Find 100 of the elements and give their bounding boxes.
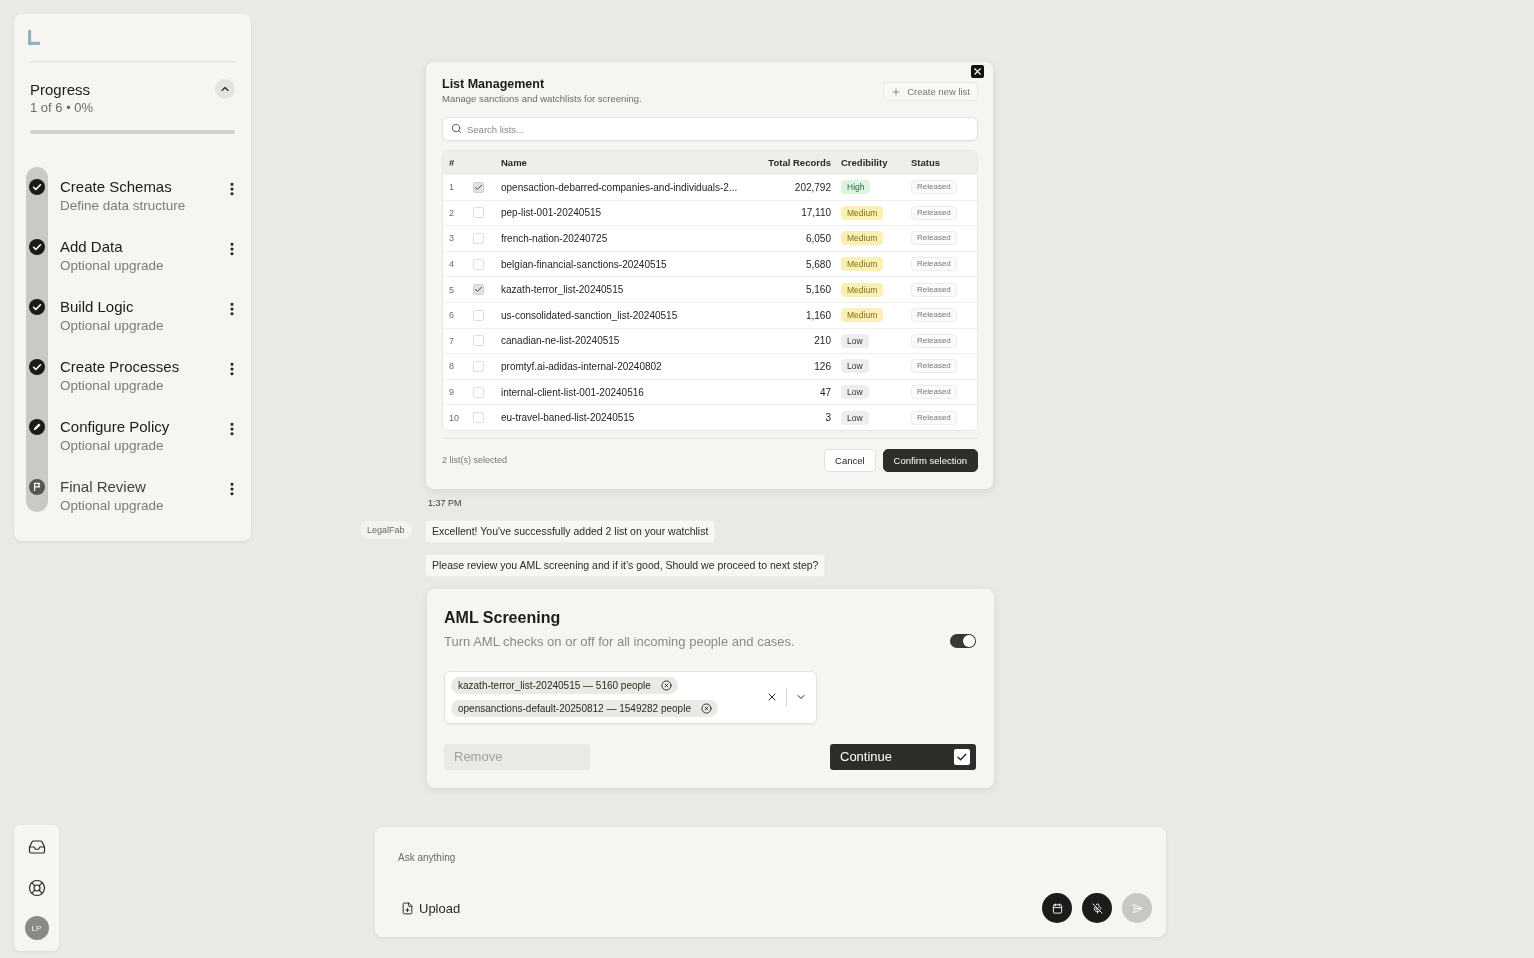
dialog-title: List Management <box>442 76 546 92</box>
step-subtitle: Define data structure <box>60 197 186 215</box>
status-badge: Released <box>911 308 957 323</box>
chip-label: kazath-terror_list-20240515 — 5160 people <box>458 680 651 692</box>
record-count: 3 <box>825 412 831 424</box>
record-count: 1,160 <box>805 309 831 321</box>
list-select[interactable]: kazath-terror_list-20240515 — 5160 people opensanctions-default-20250812 — 1549282 people <box>444 670 817 724</box>
toggle-switch[interactable] <box>950 633 976 648</box>
status-badge: Released <box>911 333 957 348</box>
calendar-button[interactable] <box>1042 893 1072 923</box>
continue-button[interactable]: Continue <box>830 743 976 770</box>
microphone-button[interactable] <box>1082 893 1112 923</box>
status-badge: Released <box>911 257 957 272</box>
inbox-button[interactable] <box>27 838 46 856</box>
row-checkbox[interactable] <box>473 412 484 424</box>
credibility-badge: Low <box>841 333 869 348</box>
list-chip[interactable]: opensanctions-default-20250812 — 1549282 people <box>451 700 718 718</box>
search-icon <box>451 123 462 134</box>
list-name: us-consolidated-sanction_list-20240515 <box>501 309 678 321</box>
status-badge: Released <box>911 410 957 425</box>
column-header: Total Records <box>768 157 831 168</box>
close-icon <box>972 66 983 77</box>
step-title[interactable]: Add Data <box>60 237 164 256</box>
credibility-badge: Medium <box>841 282 884 297</box>
list-chip[interactable]: kazath-terror_list-20240515 — 5160 people <box>451 677 678 695</box>
status-badge: Released <box>911 282 957 297</box>
step-title[interactable]: Create Schemas <box>60 177 186 196</box>
row-checkbox[interactable] <box>473 258 484 270</box>
cancel-button[interactable]: Cancel <box>824 448 876 472</box>
chip-label: opensanctions-default-20250812 — 1549282 people <box>458 703 691 715</box>
upload-button[interactable]: Upload <box>401 900 461 916</box>
list-name: internal-client-list-001-20240516 <box>501 386 644 398</box>
step-subtitle: Optional upgrade <box>60 377 165 395</box>
create-list-button[interactable]: Create new list <box>883 82 978 101</box>
status-badge: Released <box>911 180 957 195</box>
credibility-badge: Medium <box>841 231 884 246</box>
list-name: eu-travel-baned-list-20240515 <box>501 412 635 424</box>
message-input[interactable]: Ask anything <box>398 850 698 864</box>
row-checkbox[interactable] <box>473 360 484 372</box>
row-number: 6 <box>449 310 454 321</box>
record-count: 210 <box>814 335 831 347</box>
calendar-icon <box>1051 902 1063 914</box>
status-badge: Released <box>911 385 957 400</box>
row-checkbox[interactable] <box>473 386 484 398</box>
record-count: 5,160 <box>805 284 831 296</box>
check-circle-icon <box>29 359 45 375</box>
x-circle-icon[interactable] <box>700 703 712 715</box>
x-circle-icon[interactable] <box>660 680 672 692</box>
column-header: # <box>449 157 455 168</box>
help-button[interactable] <box>27 879 46 897</box>
list-name: belgian-financial-sanctions-20240515 <box>501 258 667 270</box>
row-checkbox[interactable] <box>473 181 484 193</box>
record-count: 47 <box>819 386 831 398</box>
status-badge: Released <box>911 359 957 374</box>
pencil-circle-icon <box>29 419 45 435</box>
search-field[interactable]: Search lists... <box>442 117 978 141</box>
list-name: opensaction-debarred-companies-and-individuals-2... <box>501 181 738 193</box>
column-header: Name <box>501 157 527 168</box>
record-count: 17,110 <box>801 207 831 219</box>
status-badge: Released <box>911 205 957 220</box>
inbox-icon <box>27 838 46 856</box>
row-checkbox[interactable] <box>473 309 484 321</box>
row-checkbox[interactable] <box>473 233 484 244</box>
check-circle-icon <box>29 299 45 315</box>
flag-circle-icon <box>29 479 45 495</box>
row-checkbox[interactable] <box>473 335 484 347</box>
step-title[interactable]: Configure Policy <box>60 417 170 436</box>
record-count: 6,050 <box>805 233 831 244</box>
row-number: 5 <box>449 284 454 295</box>
credibility-badge: High <box>841 180 871 195</box>
progress-title: Progress <box>30 80 92 99</box>
continue-label: Continue <box>840 749 893 765</box>
row-number: 9 <box>449 387 454 398</box>
step-title[interactable]: Build Logic <box>60 297 164 316</box>
row-number: 10 <box>449 412 459 423</box>
column-header: Status <box>911 157 941 168</box>
row-checkbox[interactable] <box>473 284 484 296</box>
step-title[interactable]: Final Review <box>60 477 164 496</box>
dialog-subtitle: Manage sanctions and watchlists for screening. <box>442 92 642 105</box>
collapse-button[interactable] <box>215 79 235 99</box>
confirm-button[interactable]: Confirm selection <box>882 448 978 472</box>
close-button[interactable] <box>971 65 984 78</box>
credibility-badge: Medium <box>841 308 884 323</box>
credibility-badge: Medium <box>841 257 884 272</box>
row-checkbox[interactable] <box>473 207 484 219</box>
credibility-badge: Low <box>841 385 869 400</box>
list-name: canadian-ne-list-20240515 <box>501 335 620 347</box>
message-time: 1:37 PM <box>428 497 462 509</box>
list-name: promtyf.ai-adidas-internal-20240802 <box>501 360 662 372</box>
row-number: 2 <box>449 207 454 218</box>
step-subtitle: Optional upgrade <box>60 257 164 275</box>
step-title[interactable]: Create Processes <box>60 357 180 376</box>
row-number: 4 <box>449 259 454 270</box>
mic-off-icon <box>1091 902 1103 914</box>
logo-icon <box>28 30 40 45</box>
step-subtitle: Optional upgrade <box>60 497 164 515</box>
record-count: 126 <box>814 360 831 372</box>
step-subtitle: Optional upgrade <box>60 317 164 335</box>
row-number: 3 <box>449 233 454 244</box>
check-circle-icon <box>29 239 45 255</box>
